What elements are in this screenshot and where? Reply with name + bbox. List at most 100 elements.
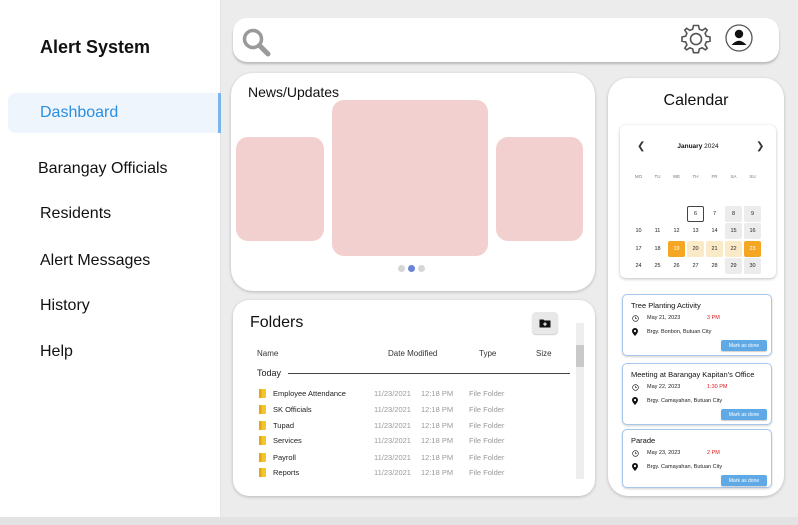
calendar-day-empty[interactable]: [630, 206, 647, 222]
column-header-type[interactable]: Type: [479, 349, 496, 358]
sidebar-item-barangay-officials[interactable]: Barangay Officials: [0, 149, 221, 189]
calendar-day[interactable]: 28: [706, 258, 723, 274]
carousel-dots: [398, 265, 425, 272]
folder-date: 11/23/2021: [374, 436, 411, 445]
search-bar[interactable]: [233, 18, 779, 62]
event-card[interactable]: Tree Planting Activity May 21, 2023 3 PM Br…: [622, 294, 772, 356]
calendar-day[interactable]: 8: [725, 206, 742, 222]
folder-date: 11/23/2021: [374, 421, 411, 430]
calendar-day[interactable]: 10: [630, 223, 647, 239]
sidebar-item-residents[interactable]: Residents: [0, 194, 221, 234]
weekday-label: TU: [654, 174, 661, 179]
folder-row[interactable]: Tupad 11/23/2021 12:18 PM File Folder: [257, 419, 557, 433]
calendar-day[interactable]: 30: [744, 258, 761, 274]
calendar-day-empty[interactable]: [649, 189, 666, 205]
calendar-title: Calendar: [663, 92, 729, 109]
folder-time: 12:18 PM: [421, 468, 454, 477]
weekday-label: SA: [730, 174, 737, 179]
event-time: 1:30 PM: [707, 384, 728, 390]
news-slide-prev[interactable]: [236, 137, 324, 241]
folder-type: File Folder: [469, 436, 505, 445]
sidebar-item-alert-messages[interactable]: Alert Messages: [0, 241, 221, 281]
calendar-day[interactable]: 17: [630, 241, 647, 257]
folder-icon: [259, 453, 266, 462]
folder-name: Tupad: [273, 421, 294, 430]
calendar-widget: ❮ January 2024 ❯ MO TU WE TH FR SA SU 6 7 8 9 10 11 1…: [620, 125, 776, 278]
folder-name: Services: [273, 436, 302, 445]
calendar-day-empty[interactable]: [668, 189, 685, 205]
folder-row[interactable]: Employee Attendance 11/23/2021 12:18 PM Fil…: [257, 387, 557, 401]
group-label-today: Today: [257, 368, 282, 378]
folder-time: 12:18 PM: [421, 421, 454, 430]
folder-row[interactable]: Services 11/23/2021 12:18 PM File Folder: [257, 434, 557, 448]
calendar-day[interactable]: 16: [744, 223, 761, 239]
calendar-day[interactable]: 15: [725, 223, 742, 239]
calendar-day[interactable]: 9: [744, 206, 761, 222]
folder-type: File Folder: [469, 468, 505, 477]
search-icon[interactable]: [241, 27, 273, 59]
mark-as-done-button[interactable]: Mark as done: [721, 340, 767, 351]
news-slide-current[interactable]: [332, 100, 488, 256]
weekday-label: SU: [749, 174, 756, 179]
calendar-day[interactable]: 18: [649, 241, 666, 257]
calendar-day-empty[interactable]: [744, 189, 761, 205]
calendar-day[interactable]: 27: [687, 258, 704, 274]
folder-time: 12:18 PM: [421, 405, 454, 414]
event-title: Tree Planting Activity: [631, 301, 701, 310]
new-folder-button[interactable]: [532, 312, 558, 334]
weekday-label: FR: [711, 174, 718, 179]
clock-icon: [632, 384, 639, 391]
calendar-day-empty[interactable]: [725, 189, 742, 205]
folder-date: 11/23/2021: [374, 453, 411, 462]
sidebar-item-help[interactable]: Help: [0, 332, 221, 372]
folder-row[interactable]: SK Officials 11/23/2021 12:18 PM File Folde…: [257, 403, 557, 417]
calendar-day[interactable]: 13: [687, 223, 704, 239]
calendar-day[interactable]: 11: [649, 223, 666, 239]
mark-as-done-button[interactable]: Mark as done: [721, 409, 767, 420]
folder-row[interactable]: Payroll 11/23/2021 12:18 PM File Folder: [257, 451, 557, 465]
calendar-day[interactable]: 20: [687, 241, 704, 257]
calendar-day[interactable]: 21: [706, 241, 723, 257]
column-header-size[interactable]: Size: [536, 349, 552, 358]
sidebar-item-history[interactable]: History: [0, 286, 221, 326]
sidebar-item-dashboard[interactable]: Dashboard: [8, 93, 221, 133]
mark-as-done-button[interactable]: Mark as done: [721, 475, 767, 486]
calendar-day[interactable]: 12: [668, 223, 685, 239]
user-avatar-icon[interactable]: [724, 23, 754, 53]
scrollbar-thumb[interactable]: [576, 345, 584, 367]
calendar-day[interactable]: 22: [725, 241, 742, 257]
calendar-year: 2024: [704, 143, 719, 150]
calendar-day-empty[interactable]: [668, 206, 685, 222]
carousel-dot[interactable]: [418, 265, 425, 272]
event-card[interactable]: Meeting at Barangay Kapitan's Office May …: [622, 363, 772, 425]
folder-date: 11/23/2021: [374, 468, 411, 477]
calendar-day[interactable]: 19: [668, 241, 685, 257]
calendar-day[interactable]: 29: [725, 258, 742, 274]
column-header-name[interactable]: Name: [257, 349, 278, 358]
gear-icon[interactable]: [679, 22, 713, 56]
next-month-button[interactable]: ❯: [756, 141, 764, 152]
folder-icon: [259, 468, 266, 477]
news-card: News/Updates: [231, 73, 595, 291]
calendar-day-empty[interactable]: [649, 206, 666, 222]
calendar-day[interactable]: 23: [744, 241, 761, 257]
calendar-day-empty[interactable]: [687, 189, 704, 205]
carousel-dot[interactable]: [398, 265, 405, 272]
event-card[interactable]: Parade May 23, 2023 2 PM Brgy. Camayahan, B…: [622, 429, 772, 488]
carousel-dot-active[interactable]: [408, 265, 415, 272]
calendar-day[interactable]: 6: [687, 206, 704, 222]
folder-row[interactable]: Reports 11/23/2021 12:18 PM File Folder: [257, 466, 557, 480]
calendar-day-empty[interactable]: [630, 189, 647, 205]
column-header-date-modified[interactable]: Date Modified: [388, 349, 437, 358]
folder-icon: [259, 405, 266, 414]
sidebar: Alert System Dashboard Barangay Official…: [0, 0, 221, 517]
calendar-day-empty[interactable]: [706, 189, 723, 205]
calendar-day[interactable]: 25: [649, 258, 666, 274]
calendar-day[interactable]: 26: [668, 258, 685, 274]
app-title: Alert System: [40, 37, 151, 57]
calendar-day[interactable]: 14: [706, 223, 723, 239]
folder-icon: [259, 436, 266, 445]
calendar-day[interactable]: 7: [706, 206, 723, 222]
calendar-day[interactable]: 24: [630, 258, 647, 274]
news-slide-next[interactable]: [496, 137, 583, 241]
